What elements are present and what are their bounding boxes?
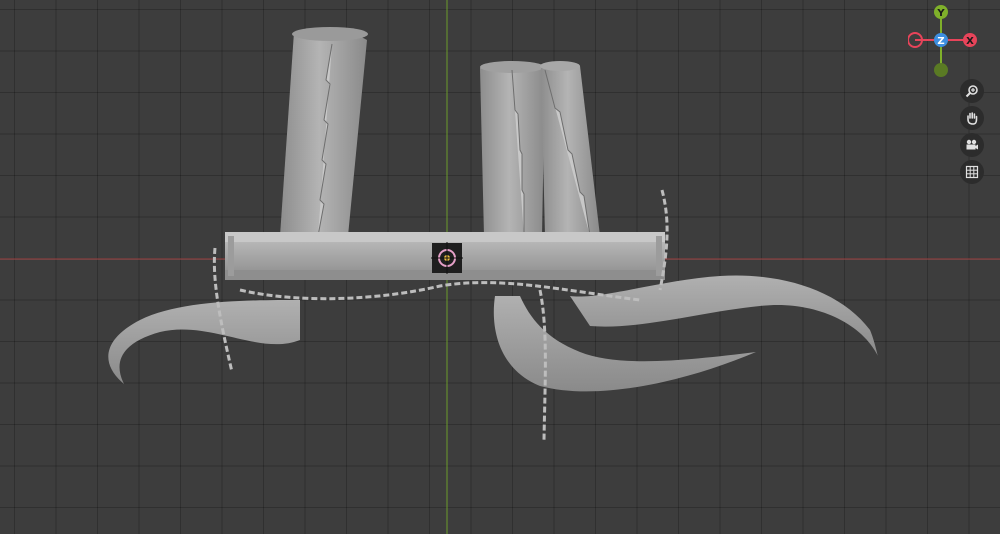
pillars [280,27,600,236]
zoom-button[interactable] [960,79,984,103]
scene-canvas[interactable] [0,0,1000,534]
hand-icon [967,112,978,125]
gizmo-neg-y-handle[interactable] [934,63,948,77]
navigation-gizmo[interactable]: Y X Z [908,4,988,80]
gizmo-x-label: X [966,36,974,47]
tentacle-left [108,300,300,384]
tentacle-right [570,275,878,356]
camera-button[interactable] [960,133,984,157]
perspective-ortho-button[interactable] [960,160,984,184]
pan-button[interactable] [960,106,984,130]
3d-viewport[interactable]: Y X Z [0,0,1000,534]
origin-marker [431,242,463,274]
gizmo-y-label: Y [936,8,945,19]
grid-icon [965,165,979,179]
gizmo-z-label: Z [937,36,944,47]
camera-icon [966,139,978,150]
zoom-icon [965,85,978,98]
pillar-center [480,63,545,236]
